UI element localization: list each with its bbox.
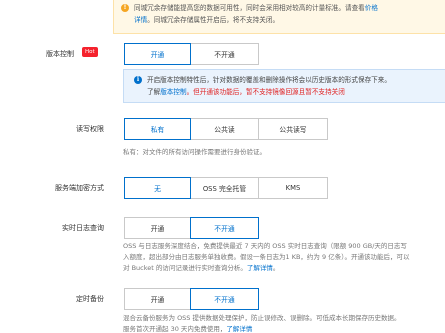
versioning-info-prefix: 了解	[147, 88, 161, 96]
scheduled-backup-learn-more-link[interactable]: 了解详情	[226, 325, 252, 333]
versioning-info-text: 开启版本控制特性后，针对数据的覆盖和删除操作将会以历史版本的形式保存下来。 了解…	[147, 74, 445, 98]
scheduled-backup-disable-option[interactable]: 不开通	[190, 288, 259, 310]
encryption-label: 服务端加密方式	[55, 184, 104, 192]
realtime-log-toggle: 开通 不开通	[124, 217, 259, 239]
acl-label: 读写权限	[76, 125, 104, 133]
hot-badge: Hot	[82, 47, 98, 57]
acl-toggle: 私有 公共读 公共读写	[124, 118, 328, 140]
realtime-log-help-suffix: 。	[272, 264, 280, 272]
scheduled-backup-label: 定时备份	[76, 295, 104, 303]
realtime-log-help-line2: 入额度，超出部分由日志服务单独收费。假设一条日志为1 KB，约为 9 亿条）。开…	[123, 253, 410, 261]
notice-line1: 同城冗余存储能提高您的数据可用性，同时会采用相对较高的计量标准。请查看	[134, 4, 365, 12]
encryption-toggle: 无 OSS 完全托管 KMS	[124, 177, 328, 199]
scheduled-backup-help-text: 混合云备份服务为 OSS 提供数据处理保护，防止误修改、误删除。可低成本长期保存…	[123, 313, 401, 333]
notice-line2: 。同城冗余存储属性开启后，将不支持关闭。	[147, 16, 280, 24]
price-details-link[interactable]: 详情	[134, 16, 147, 24]
price-link[interactable]: 价格	[365, 4, 378, 12]
acl-private-option[interactable]: 私有	[124, 118, 191, 140]
scheduled-backup-enable-option[interactable]: 开通	[124, 288, 191, 310]
versioning-enable-option[interactable]: 开通	[124, 43, 191, 65]
realtime-log-help-line1: OSS 与日志服务深度结合，免费提供最近 7 天内的 OSS 实时日志查询（限额…	[123, 242, 407, 250]
info-icon: i	[134, 76, 142, 84]
realtime-log-learn-more-link[interactable]: 了解详情	[247, 264, 273, 272]
encryption-kms-option[interactable]: KMS	[258, 177, 328, 199]
scheduled-backup-help-line1: 混合云备份服务为 OSS 提供数据处理保护，防止误修改、误删除。可低成本长期保存…	[123, 314, 401, 322]
versioning-info-line1: 开启版本控制特性后，针对数据的覆盖和删除操作将会以历史版本的形式保存下来。	[147, 76, 391, 84]
acl-public-read-write-option[interactable]: 公共读写	[258, 118, 328, 140]
versioning-doc-link[interactable]: 版本控制	[160, 88, 186, 96]
encryption-oss-managed-option[interactable]: OSS 完全托管	[190, 177, 259, 199]
scheduled-backup-toggle: 开通 不开通	[124, 288, 259, 310]
versioning-toggle: 开通 不开通	[124, 43, 259, 65]
realtime-log-enable-option[interactable]: 开通	[124, 217, 191, 239]
versioning-disable-option[interactable]: 不开通	[190, 43, 259, 65]
acl-help-text: 私有：对文件的所有访问操作需要进行身份验证。	[123, 148, 266, 156]
acl-public-read-option[interactable]: 公共读	[190, 118, 259, 140]
versioning-label: 版本控制	[46, 50, 74, 58]
encryption-none-option[interactable]: 无	[124, 177, 191, 199]
realtime-log-disable-option[interactable]: 不开通	[190, 217, 259, 239]
realtime-log-help-line3: 对 Bucket 的访问记录进行实时查询分析。	[123, 264, 247, 272]
redundancy-notice-text: 同城冗余存储能提高您的数据可用性，同时会采用相对较高的计量标准。请查看价格 详情…	[134, 2, 444, 26]
realtime-log-label: 实时日志查询	[62, 224, 104, 232]
scheduled-backup-help-line2: 服务首次开通起 30 天内免费使用，	[123, 325, 227, 333]
warning-icon: !	[121, 4, 129, 12]
versioning-warning-text: 。但开通该功能后，暂不支持镜像回源且暂不支持关闭	[186, 88, 345, 96]
realtime-log-help-text: OSS 与日志服务深度结合，免费提供最近 7 天内的 OSS 实时日志查询（限额…	[123, 241, 409, 274]
